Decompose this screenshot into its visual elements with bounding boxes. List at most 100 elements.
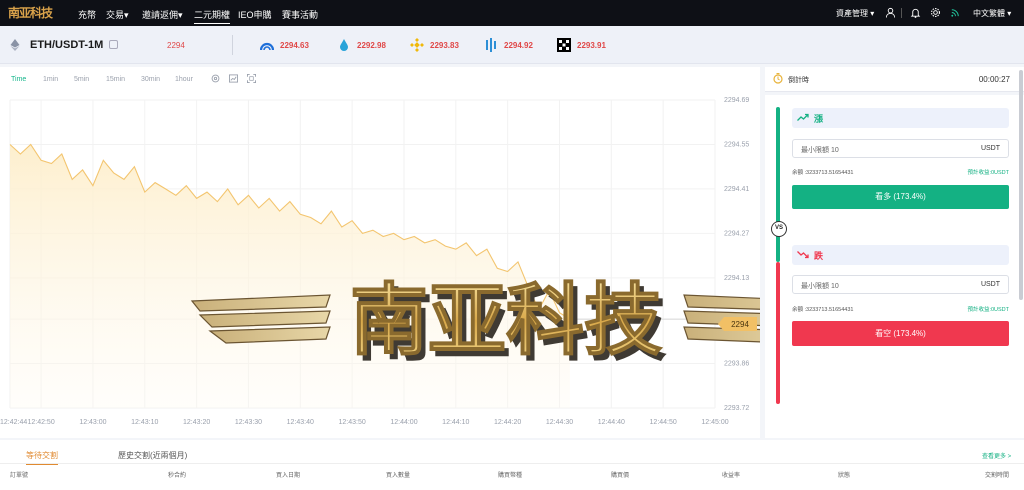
exchange-price-5: 2293.91 — [557, 38, 606, 52]
asset-management-menu[interactable]: 資產管理 ▾ — [836, 8, 874, 19]
exchange-price-3: 2293.83 — [410, 38, 459, 52]
fall-label: 跌 — [814, 251, 824, 261]
y-tick-label: 2294.27 — [724, 230, 749, 237]
vs-badge: VS — [771, 221, 787, 237]
fall-balance: 余額 :3233713.51654431 — [792, 307, 854, 313]
user-icon[interactable] — [885, 7, 896, 18]
x-tick-label: 12:43:20 — [183, 419, 210, 426]
signal-icon — [951, 9, 959, 17]
up-down-rail — [776, 107, 780, 262]
fall-amount-input[interactable]: 最小限額 10 USDT — [792, 275, 1009, 294]
binance-icon — [410, 38, 424, 52]
watermark-text: 南亚科技 — [350, 276, 662, 366]
y-tick-label: 2294.13 — [724, 275, 749, 282]
col-buy-price: 購買價 — [611, 473, 630, 479]
rise-expected-profit: 預計收益:0USDT — [967, 170, 1009, 176]
nav-deposit[interactable]: 充幣 — [78, 8, 96, 21]
svg-text:2294: 2294 — [731, 320, 749, 329]
nav-ieo[interactable]: IEO申購 — [238, 8, 272, 21]
col-status: 狀態 — [838, 473, 851, 479]
brand-logo[interactable]: 南亚科技 — [8, 5, 58, 21]
x-tick-label: 12:44:10 — [442, 419, 469, 426]
rise-balance: 余額 :3233713.51654431 — [792, 170, 854, 176]
trade-panel: 倒計時 00:00:27 VS 漲 最小限額 10 USDT 余額 :32337… — [765, 67, 1024, 438]
x-tick-label: 12:44:20 — [494, 419, 521, 426]
bars-icon — [260, 42, 274, 51]
fall-amount-unit: USDT — [980, 281, 1000, 288]
trading-pair-title[interactable]: ETH/USDT-1M — [30, 39, 103, 51]
x-tick-label: 12:43:10 — [131, 419, 158, 426]
x-tick-label: 12:42:44 — [0, 419, 27, 426]
top-navigation-bar: 南亚科技 充幣 交易▾ 邀請返佣▾ 二元期權 IEO申購 賽事活動 資產管理 ▾… — [0, 0, 1024, 26]
tab-history[interactable]: 歷史交割(近兩個月) — [118, 450, 187, 461]
y-tick-label: 2293.86 — [724, 361, 749, 368]
exchange-price-value: 2294.63 — [280, 40, 309, 50]
sell-short-button[interactable]: 看空 (173.4%) — [792, 321, 1009, 346]
x-tick-label: 12:43:30 — [235, 419, 262, 426]
eth-icon — [10, 39, 20, 51]
okx-icon — [557, 38, 571, 52]
exchange-price-1: 2294.63 — [260, 38, 309, 52]
ticker-bar: ETH/USDT-1M 2294 2294.63 2292.98 2293.83… — [0, 26, 1024, 64]
drop-icon — [340, 39, 348, 51]
rise-amount-placeholder: 最小限額 10 — [801, 147, 839, 154]
x-tick-label: 12:44:40 — [598, 419, 625, 426]
fall-amount-placeholder: 最小限額 10 — [801, 283, 839, 290]
exchange-price-value: 2292.98 — [357, 40, 386, 50]
trend-up-icon — [797, 113, 809, 121]
hourglass-icon — [773, 73, 783, 84]
x-tick-label: 12:44:50 — [650, 419, 677, 426]
x-tick-label: 12:43:50 — [339, 419, 366, 426]
x-tick-label: 12:43:40 — [287, 419, 314, 426]
nav-events[interactable]: 賽事活動 — [282, 8, 318, 21]
nav-trade[interactable]: 交易▾ — [106, 8, 129, 21]
countdown-box: 倒計時 00:00:27 — [765, 67, 1024, 92]
x-tick-label: 12:42:50 — [27, 419, 54, 426]
exchange-price-4: 2294.92 — [484, 38, 533, 52]
rise-amount-unit: USDT — [980, 145, 1000, 152]
exchange-price-value: 2293.83 — [430, 40, 459, 50]
gear-icon[interactable] — [930, 7, 941, 18]
fall-expected-profit: 預計收益:0USDT — [967, 307, 1009, 313]
col-yield: 收益率 — [722, 473, 741, 479]
y-tick-label: 2293.72 — [724, 405, 749, 412]
nav-binary-options[interactable]: 二元期權 — [194, 8, 231, 24]
x-tick-label: 12:44:00 — [390, 419, 417, 426]
x-tick-label: 12:43:00 — [79, 419, 106, 426]
view-more-link[interactable]: 查看更多 > — [982, 451, 1011, 460]
language-label: 中文繁體 — [973, 9, 1005, 18]
col-buy-date: 買入日期 — [276, 473, 301, 479]
trend-down-icon — [797, 251, 809, 259]
nav-referral[interactable]: 邀請返佣▾ — [142, 8, 183, 21]
columns-icon — [486, 38, 496, 52]
col-settle-time: 交割時間 — [985, 473, 1010, 479]
rise-label: 漲 — [814, 114, 824, 124]
exchange-price-2: 2292.98 — [337, 38, 386, 52]
trade-form: VS 漲 最小限額 10 USDT 余額 :3233713.51654431 預… — [765, 95, 1024, 438]
col-contract: 秒合約 — [168, 473, 187, 479]
y-tick-label: 2294.55 — [724, 141, 749, 148]
favorite-icon[interactable] — [109, 40, 118, 49]
y-tick-label: 2294.41 — [724, 186, 749, 193]
col-order-no: 訂單號 — [10, 473, 29, 479]
countdown-value: 00:00:27 — [978, 75, 1010, 84]
x-tick-label: 12:45:00 — [701, 419, 728, 426]
col-buy-amount: 買入數量 — [386, 473, 411, 479]
exchange-price-value: 2293.91 — [577, 40, 606, 50]
countdown-label: 倒計時 — [788, 77, 809, 84]
current-price-tag: 2294 — [718, 317, 757, 331]
exchange-price-value: 2294.92 — [504, 40, 533, 50]
x-tick-label: 12:44:30 — [546, 419, 573, 426]
orders-panel: 等待交割 歷史交割(近兩個月) 查看更多 > 訂單號 秒合約 買入日期 買入數量… — [0, 440, 1024, 490]
price-chart[interactable]: 2294.69 2294.55 2294.41 2294.27 2294.13 2294 2… — [0, 67, 760, 438]
language-selector[interactable]: 中文繁體 ▾ — [973, 8, 1011, 19]
rise-amount-input[interactable]: 最小限額 10 USDT — [792, 139, 1009, 158]
col-coin: 購買幣種 — [498, 473, 523, 479]
buy-long-button[interactable]: 看多 (173.4%) — [792, 185, 1009, 209]
y-tick-label: 2294.69 — [724, 97, 749, 104]
rise-header: 漲 — [792, 108, 1009, 128]
chart-panel: Time 1min 5min 15min 30min 1hour 2294.69… — [0, 67, 760, 438]
current-price: 2294 — [167, 41, 185, 50]
bell-icon[interactable] — [910, 7, 921, 18]
page-scrollbar[interactable] — [1019, 70, 1023, 300]
